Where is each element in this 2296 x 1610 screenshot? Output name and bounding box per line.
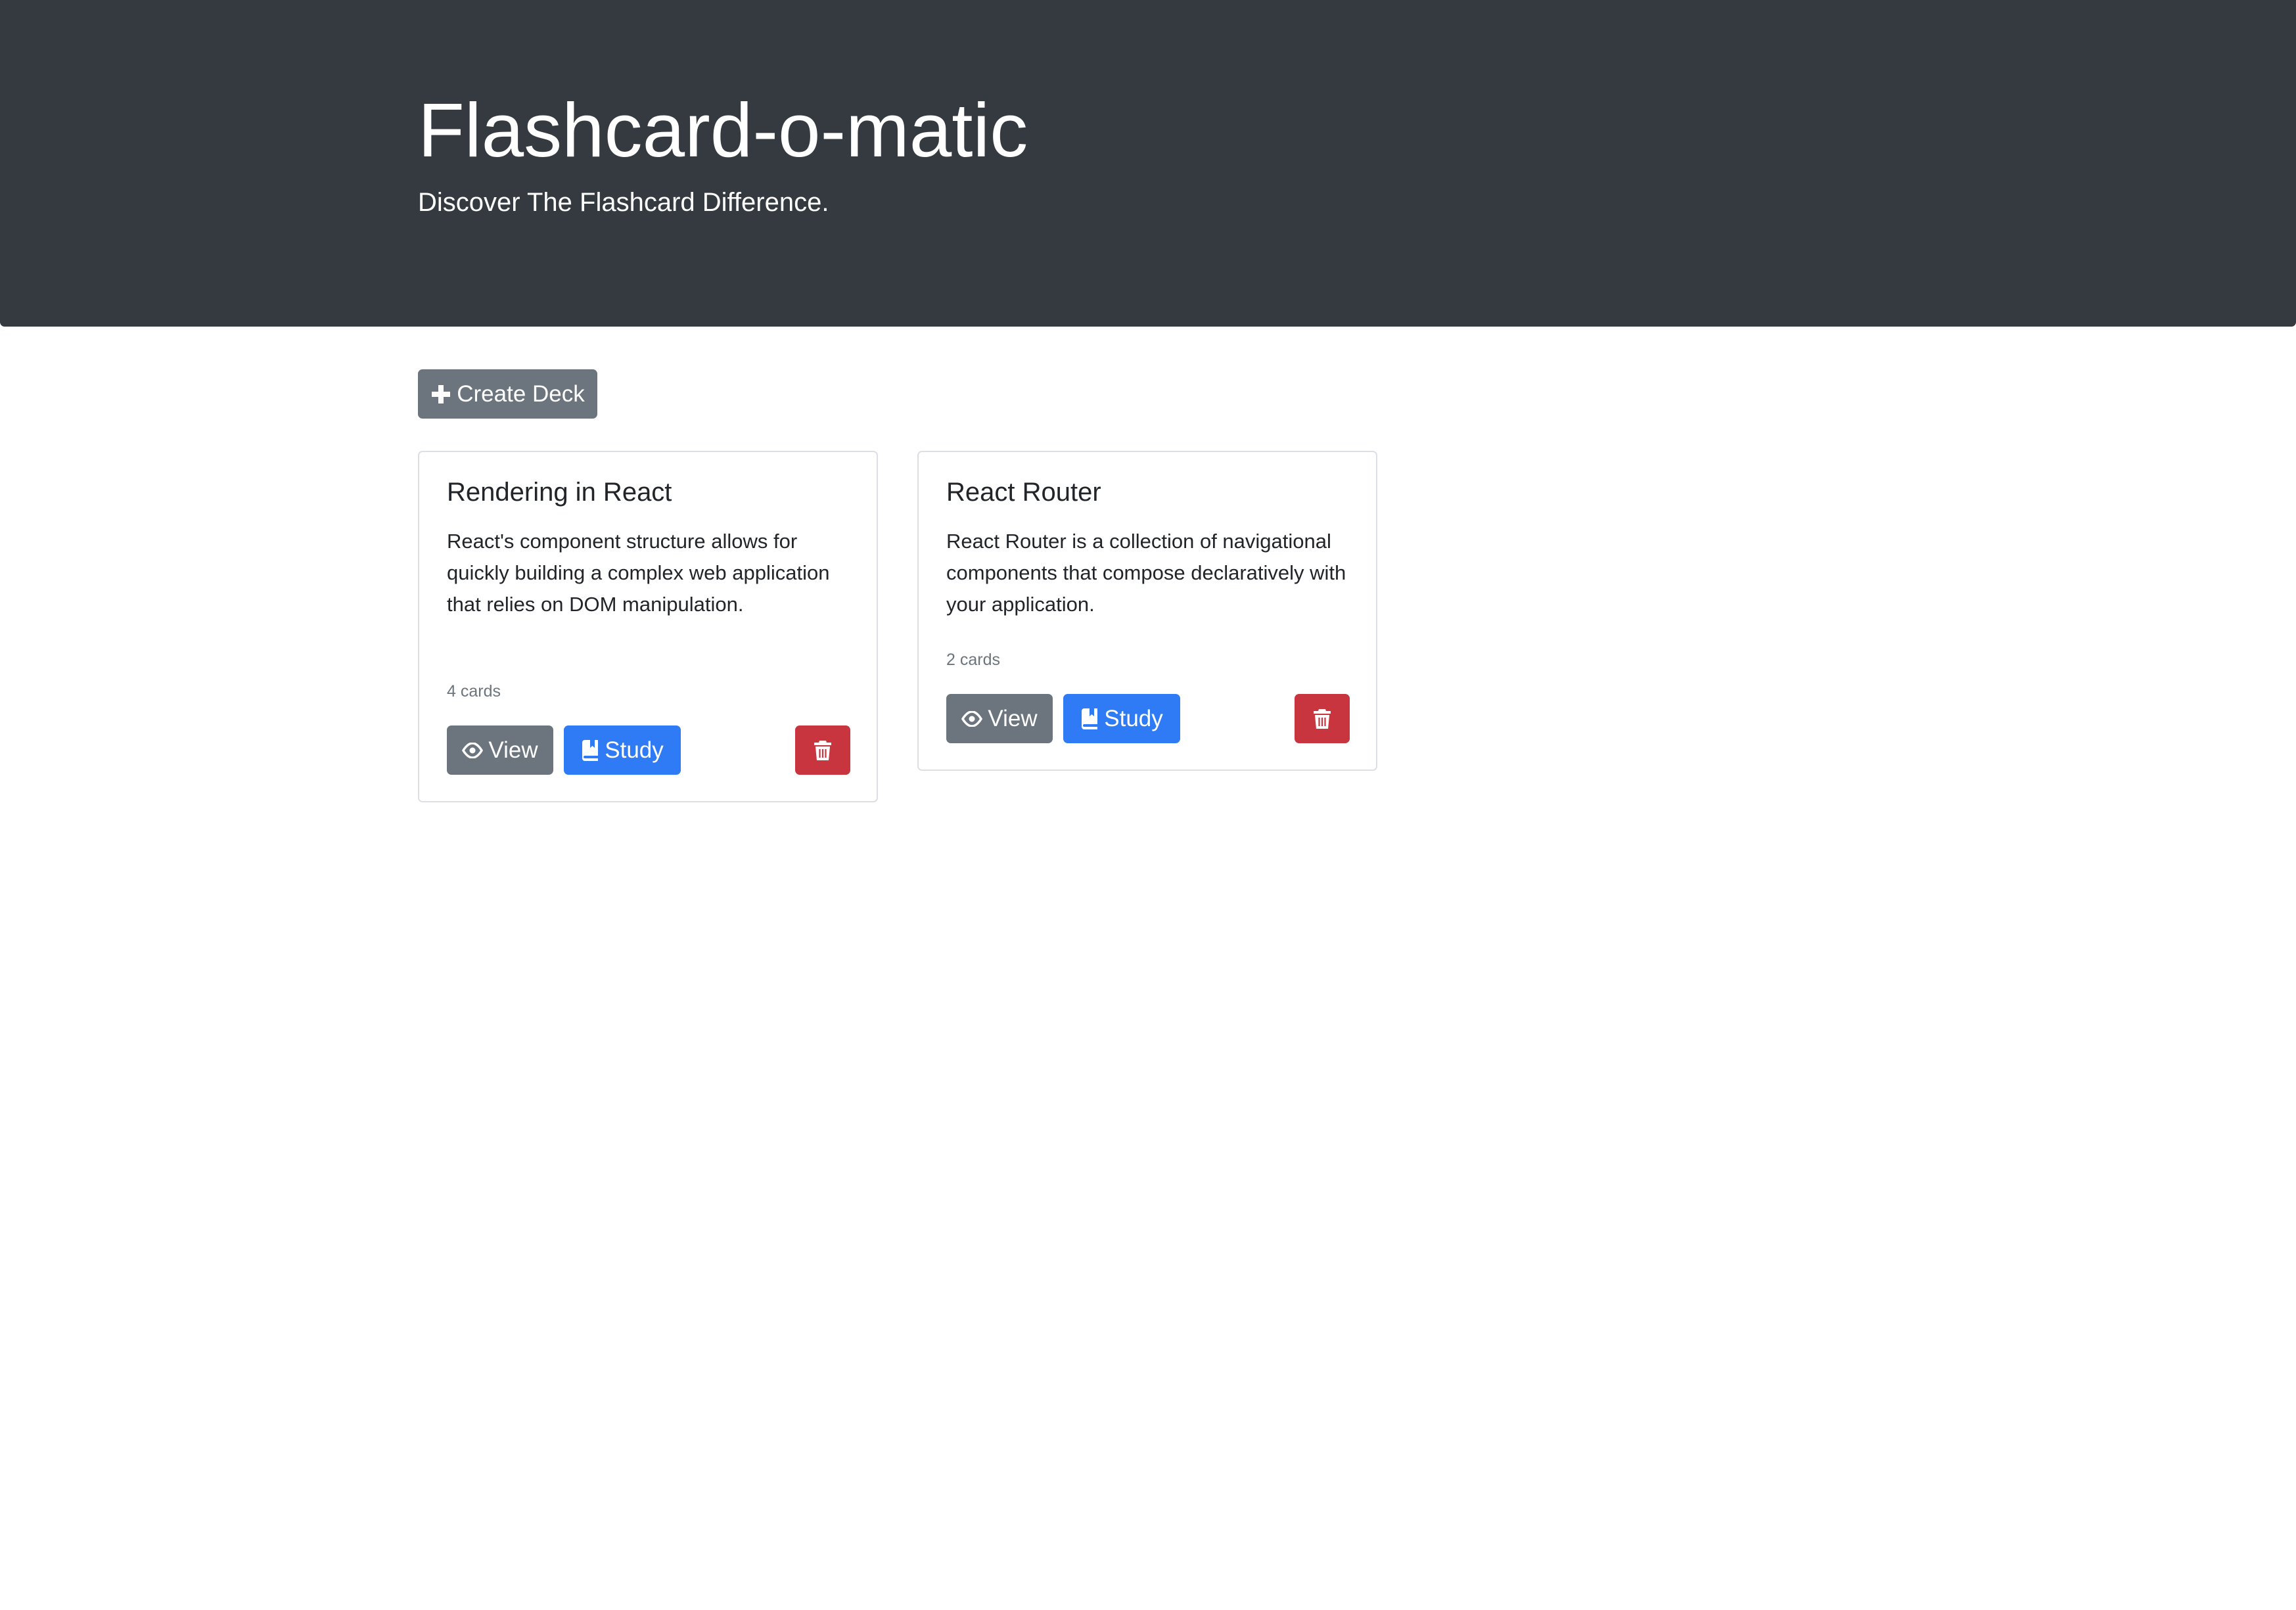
deck-card: Rendering in React React's component str… [418,451,878,802]
trash-icon [814,740,831,760]
deck-description: React Router is a collection of navigati… [946,530,1346,616]
study-deck-button[interactable]: Study [564,725,681,775]
create-deck-button[interactable]: Create Deck [418,369,597,419]
book-icon [1080,708,1099,729]
deck-title: Rendering in React [447,478,672,507]
eye-icon [462,742,484,758]
book-icon [581,739,599,761]
view-button-label: View [488,737,538,763]
eye-icon [961,710,983,727]
view-button-label: View [988,705,1038,731]
site-tagline: Discover The Flashcard Difference. [418,188,829,217]
view-deck-button[interactable]: View [447,725,553,775]
delete-deck-button[interactable] [1295,694,1350,743]
trash-icon [1314,708,1331,729]
view-deck-button[interactable]: View [946,694,1053,743]
study-button-label: Study [1104,705,1163,731]
header-jumbotron: Flashcard-o-matic Discover The Flashcard… [0,0,2296,327]
delete-deck-button[interactable] [795,725,850,775]
deck-description: React's component structure allows for q… [447,530,830,616]
study-deck-button[interactable]: Study [1063,694,1180,743]
plus-icon [430,384,451,405]
deck-title: React Router [946,478,1101,507]
create-deck-label: Create Deck [457,380,585,407]
site-title: Flashcard-o-matic [418,87,1028,173]
deck-card-count: 2 cards [946,651,1000,669]
deck-card: React Router React Router is a collectio… [917,451,1377,771]
study-button-label: Study [605,737,664,763]
deck-card-count: 4 cards [447,682,501,701]
